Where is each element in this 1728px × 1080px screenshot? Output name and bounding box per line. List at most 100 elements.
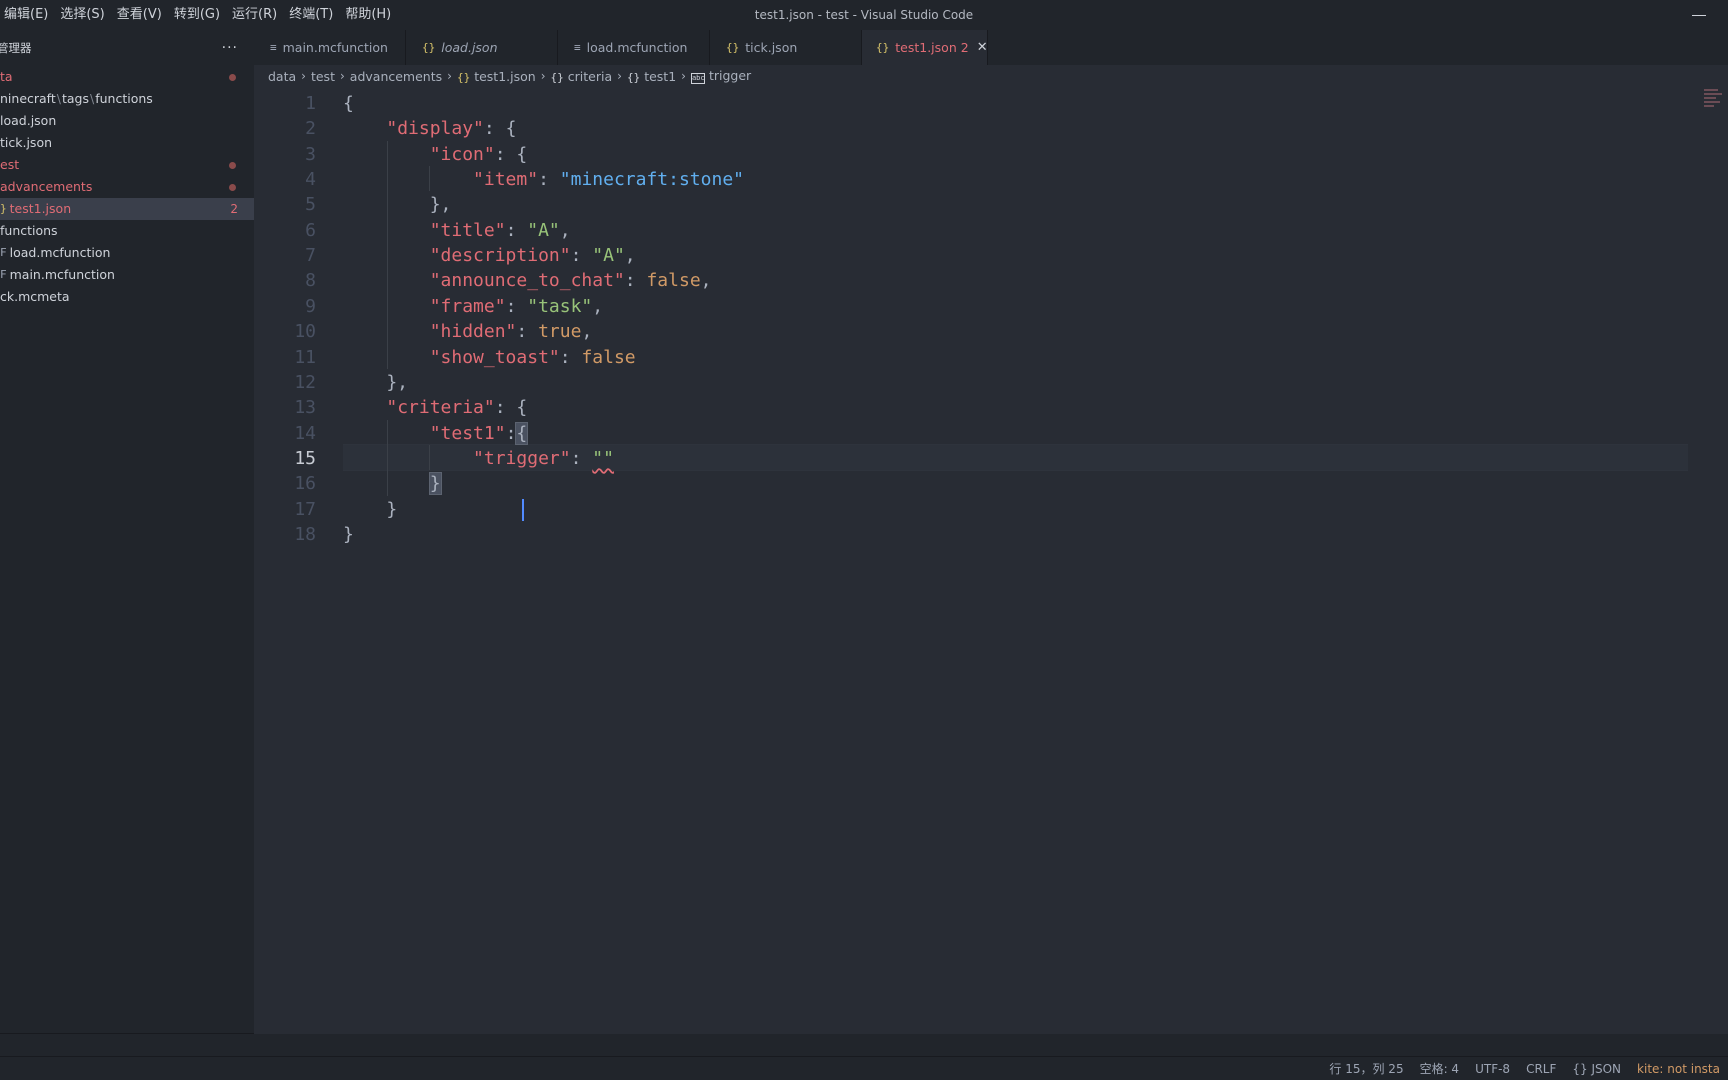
editor-tabs: ≡ main.mcfunction {} load.json ≡ load.mcfunct… xyxy=(254,30,1728,65)
tree-item[interactable]: est xyxy=(0,154,254,176)
object-icon: {} xyxy=(550,70,564,84)
cursor-position[interactable]: 行 15，列 25 xyxy=(1321,1060,1411,1077)
punctuation xyxy=(343,118,386,139)
code-line[interactable]: } xyxy=(343,470,442,498)
code-line[interactable]: "criteria": { xyxy=(343,394,527,422)
json-file-icon: } xyxy=(0,202,7,215)
punctuation: , xyxy=(581,321,593,343)
json-file-icon: {} xyxy=(876,41,890,54)
more-actions-icon[interactable]: ··· xyxy=(222,40,238,56)
tree-item-path-part: tags xyxy=(61,91,89,106)
code-line[interactable]: }, xyxy=(343,369,408,397)
text-cursor xyxy=(521,498,524,521)
indentation[interactable]: 空格: 4 xyxy=(1412,1060,1468,1077)
tab-label: main.mcfunction xyxy=(282,40,388,55)
code-line[interactable]: "icon": { xyxy=(343,141,528,169)
explorer-header: 管理器 ··· xyxy=(0,30,254,66)
punctuation: }, xyxy=(343,371,409,393)
code-line[interactable]: "display": { xyxy=(343,115,516,143)
tree-item[interactable]: ta xyxy=(0,66,254,88)
code-line[interactable]: "frame": "task", xyxy=(343,293,603,321)
json-string-error: "" xyxy=(592,447,614,469)
code-line[interactable]: }, xyxy=(343,191,452,219)
modified-dot-icon xyxy=(229,74,236,81)
code-line[interactable]: "announce_to_chat": false, xyxy=(343,267,712,295)
tree-item[interactable]: load.json xyxy=(0,110,254,132)
end-of-line[interactable]: CRLF xyxy=(1518,1062,1564,1076)
menu-item[interactable]: 终端(T) xyxy=(285,0,341,30)
breadcrumb-item[interactable]: test xyxy=(311,69,335,84)
close-icon[interactable]: ✕ xyxy=(977,40,988,55)
breadcrumb-item[interactable]: {} test1.json xyxy=(457,69,536,84)
tree-item[interactable]: ninecraft \ tags \ functions xyxy=(0,88,254,110)
punctuation xyxy=(343,448,473,469)
breadcrumb-label: test1 xyxy=(644,68,677,84)
menu-item[interactable]: 帮助(H) xyxy=(341,0,399,30)
line-number: 9 xyxy=(305,295,316,317)
punctuation: } xyxy=(343,498,398,520)
breadcrumb-label: test xyxy=(310,68,335,84)
code-line[interactable]: "trigger": "" xyxy=(343,445,614,473)
breadcrumb-item[interactable]: abc trigger xyxy=(690,68,752,84)
tab-tick-json[interactable]: {} tick.json xyxy=(710,30,862,65)
tab-label: load.mcfunction xyxy=(586,40,688,55)
tree-item[interactable]: functions xyxy=(0,220,254,242)
tab-test1-json[interactable]: {} test1.json 2 ✕ xyxy=(862,30,988,65)
file-icon: ≡ xyxy=(270,41,277,54)
json-string: "A" xyxy=(592,245,625,267)
tab-load-json[interactable]: {} load.json xyxy=(406,30,558,65)
tree-item[interactable]: advancements xyxy=(0,176,254,198)
line-number: 3 xyxy=(305,143,316,165)
minimize-button[interactable] xyxy=(1686,4,1712,26)
menu-item[interactable]: 转到(G) xyxy=(170,0,228,30)
minimap[interactable] xyxy=(1698,87,1728,127)
punctuation: } xyxy=(343,523,354,545)
breadcrumb-item[interactable]: {} criteria xyxy=(551,69,613,84)
code-line[interactable]: "hidden": true, xyxy=(343,318,593,346)
code-line[interactable]: } xyxy=(343,496,397,524)
chevron-right-icon: › xyxy=(339,69,345,83)
punctuation xyxy=(343,169,473,190)
menu-item[interactable]: 查看(V) xyxy=(113,0,170,30)
encoding[interactable]: UTF-8 xyxy=(1467,1062,1518,1076)
language-mode[interactable]: {} JSON xyxy=(1564,1062,1629,1076)
modified-dot-icon xyxy=(229,162,236,169)
code-line[interactable]: { xyxy=(343,90,354,118)
breadcrumb-label: test1.json xyxy=(474,68,536,84)
breadcrumb-item[interactable]: advancements xyxy=(350,69,442,84)
line-number: 16 xyxy=(294,473,316,495)
json-string: "minecraft:stone" xyxy=(559,169,744,191)
menu-item[interactable]: 运行(R) xyxy=(228,0,285,30)
tree-item[interactable]: tick.json xyxy=(0,132,254,154)
line-number: 13 xyxy=(294,397,316,419)
tree-item[interactable]: ck.mcmeta xyxy=(0,286,254,308)
tab-load-mcfunction[interactable]: ≡ load.mcfunction xyxy=(558,30,710,65)
punctuation: : { xyxy=(494,397,528,419)
tab-main-mcfunction[interactable]: ≡ main.mcfunction xyxy=(254,30,406,65)
code-line[interactable]: "item": "minecraft:stone" xyxy=(343,166,744,194)
breadcrumb-label: trigger xyxy=(708,68,752,83)
punctuation: : xyxy=(505,219,528,241)
json-key: "display" xyxy=(386,118,484,140)
kite-status[interactable]: kite: not insta xyxy=(1629,1062,1728,1076)
breadcrumb-item[interactable]: {} test1 xyxy=(627,69,676,84)
code-line[interactable]: "test1":{ xyxy=(343,420,529,448)
menu-item[interactable]: 编辑(E) xyxy=(0,0,56,30)
code-line[interactable]: "title": "A", xyxy=(343,217,571,245)
code-line[interactable]: } xyxy=(343,521,354,549)
breadcrumb-item[interactable]: data xyxy=(268,69,296,84)
line-number: 2 xyxy=(305,118,316,140)
menu-bar: 编辑(E) 选择(S) 查看(V) 转到(G) 运行(R) 终端(T) 帮助(H) xyxy=(0,0,399,30)
tree-item[interactable]: Fmain.mcfunction xyxy=(0,264,254,286)
tree-item[interactable]: } test1.json 2 xyxy=(0,198,254,220)
json-key: "test1" xyxy=(429,422,506,444)
tree-item-path-part: functions xyxy=(95,91,153,106)
menu-item[interactable]: 选择(S) xyxy=(56,0,112,30)
code-editor[interactable]: 1 2 3 4 5 6 7 8 9 10 11 12 13 14 15 16 17 18 { "display":… xyxy=(254,87,1728,1034)
punctuation: , xyxy=(700,270,712,292)
file-tree: ta ninecraft \ tags \ functions load.json tick.… xyxy=(0,66,254,308)
tree-item[interactable]: Fload.mcfunction xyxy=(0,242,254,264)
chevron-right-icon: › xyxy=(447,69,452,83)
json-string: "task" xyxy=(527,295,593,317)
line-number: 17 xyxy=(294,498,316,520)
